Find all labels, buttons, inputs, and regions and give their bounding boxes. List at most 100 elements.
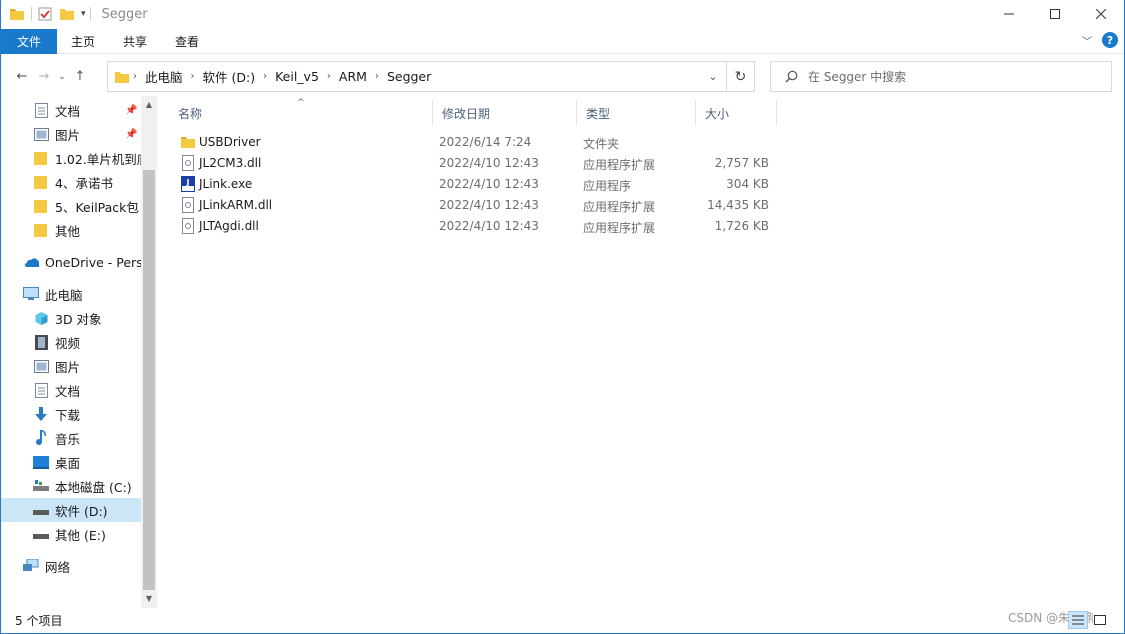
sidebar-item-3d-objects[interactable]: 3D 对象 <box>1 306 141 330</box>
sidebar-item-label: 文档 <box>55 383 81 399</box>
details-view-button[interactable] <box>1068 611 1088 629</box>
scroll-down-icon[interactable]: ▼ <box>141 590 157 606</box>
address-dropdown-button[interactable]: ⌄ <box>700 62 726 91</box>
sidebar-item-drive-d[interactable]: 软件 (D:) <box>1 498 141 522</box>
sidebar-item-folder-1[interactable]: 1.02.单片机到底 <box>1 146 141 170</box>
chevron-right-icon[interactable]: › <box>188 71 198 82</box>
sidebar-item-videos[interactable]: 视频 <box>1 330 141 354</box>
sidebar-item-label: 5、KeilPack包 <box>55 199 139 215</box>
close-icon <box>1096 9 1106 19</box>
breadcrumb-this-pc[interactable]: 此电脑 <box>140 67 188 86</box>
sidebar-item-network[interactable]: 网络 <box>1 554 141 578</box>
quick-access-toolbar: ▾ <box>1 6 96 22</box>
column-header-name[interactable]: 名称 <box>169 100 433 126</box>
scroll-up-icon[interactable]: ▲ <box>141 96 157 112</box>
tab-share[interactable]: 共享 <box>109 29 161 54</box>
file-list: ^ 名称 修改日期 类型 大小 USBDriver 2022/6/14 7:24… <box>169 96 1109 606</box>
address-bar[interactable]: › 此电脑 › 软件 (D:) › Keil_v5 › ARM › Segger… <box>107 61 755 92</box>
column-header-date[interactable]: 修改日期 <box>433 100 577 126</box>
back-arrow-icon: ← <box>16 69 28 84</box>
file-name: USBDriver <box>199 135 261 149</box>
sidebar-item-folder-3[interactable]: 5、KeilPack包 <box>1 194 141 218</box>
breadcrumb-keil[interactable]: Keil_v5 <box>270 69 324 84</box>
scrollbar-thumb[interactable] <box>143 170 155 590</box>
recent-locations-button[interactable]: ⌄ <box>55 66 69 88</box>
sidebar-item-drive-e[interactable]: 其他 (E:) <box>1 522 141 546</box>
new-folder-icon[interactable] <box>59 6 75 22</box>
file-row[interactable]: JL2CM3.dll 2022/4/10 12:43 应用程序扩展 2,757 … <box>169 153 779 174</box>
computer-icon <box>23 286 39 302</box>
tab-home[interactable]: 主页 <box>57 29 109 54</box>
sidebar-item-music[interactable]: 音乐 <box>1 426 141 450</box>
sidebar-scrollbar[interactable]: ▲ ▼ <box>141 96 157 608</box>
chevron-right-icon[interactable]: › <box>130 71 140 82</box>
maximize-icon <box>1050 9 1060 19</box>
window-controls <box>986 0 1124 28</box>
window-title: Segger <box>101 6 148 22</box>
folder-icon <box>33 222 49 238</box>
maximize-button[interactable] <box>1032 0 1078 28</box>
file-row[interactable]: JLTAgdi.dll 2022/4/10 12:43 应用程序扩展 1,726… <box>169 216 779 237</box>
sidebar-item-onedrive[interactable]: OneDrive - Perso <box>1 250 141 274</box>
sidebar-item-documents-pinned[interactable]: 文档 📌 <box>1 98 141 122</box>
sidebar-item-pictures[interactable]: 图片 <box>1 354 141 378</box>
file-row[interactable]: JLinkARM.dll 2022/4/10 12:43 应用程序扩展 14,4… <box>169 195 779 216</box>
separator <box>31 7 32 21</box>
sidebar-item-this-pc[interactable]: 此电脑 <box>1 282 141 306</box>
sidebar-item-documents[interactable]: 文档 <box>1 378 141 402</box>
desktop-icon <box>33 454 49 470</box>
folder-icon <box>115 71 129 83</box>
file-row[interactable]: J JLink.exe 2022/4/10 12:43 应用程序 304 KB <box>169 174 779 195</box>
file-row[interactable]: USBDriver 2022/6/14 7:24 文件夹 <box>169 132 779 153</box>
sidebar-item-folder-2[interactable]: 4、承诺书 <box>1 170 141 194</box>
sidebar-item-pictures-pinned[interactable]: 图片 📌 <box>1 122 141 146</box>
forward-arrow-icon: → <box>38 69 50 84</box>
sidebar-item-desktop[interactable]: 桌面 <box>1 450 141 474</box>
help-icon[interactable]: ? <box>1102 32 1118 48</box>
svg-text:J: J <box>186 178 190 187</box>
sidebar-item-label: 网络 <box>45 559 71 575</box>
column-header-size[interactable]: 大小 <box>696 100 777 126</box>
up-button[interactable]: ↑ <box>69 66 91 88</box>
minimize-icon <box>1004 13 1014 15</box>
sidebar-item-label: 其他 <box>55 223 81 239</box>
chevron-right-icon[interactable]: › <box>324 71 334 82</box>
breadcrumb-drive-d[interactable]: 软件 (D:) <box>198 67 261 86</box>
sidebar-item-folder-4[interactable]: 其他 <box>1 218 141 242</box>
sidebar-item-downloads[interactable]: 下载 <box>1 402 141 426</box>
explorer-window: ▾ Segger 文件 主页 共享 查看 ﹀ ? ← → ⌄ ↑ › 此电脑 ›… <box>0 0 1125 634</box>
cube-icon <box>33 310 49 326</box>
properties-icon[interactable] <box>37 6 53 22</box>
network-icon <box>23 558 39 574</box>
jlink-app-icon: J <box>181 176 195 192</box>
sidebar-item-label: 桌面 <box>55 455 81 471</box>
title-bar: ▾ Segger <box>1 0 1124 28</box>
pin-icon: 📌 <box>125 104 138 116</box>
forward-button[interactable]: → <box>33 66 55 88</box>
sidebar-item-drive-c[interactable]: 本地磁盘 (C:) <box>1 474 141 498</box>
chevron-right-icon[interactable]: › <box>372 71 382 82</box>
search-box[interactable] <box>770 61 1112 92</box>
back-button[interactable]: ← <box>11 66 33 88</box>
file-size: 2,757 KB <box>714 156 769 170</box>
expand-ribbon-icon[interactable]: ﹀ <box>1082 33 1092 48</box>
folder-icon <box>33 174 49 190</box>
navigation-pane: 文档 📌 图片 📌 1.02.单片机到底 4、承诺书 5、KeilPack包 其… <box>1 96 157 608</box>
chevron-right-icon[interactable]: › <box>260 71 270 82</box>
breadcrumb-segger[interactable]: Segger <box>382 69 436 84</box>
breadcrumb-arm[interactable]: ARM <box>334 69 372 84</box>
sidebar-item-label: 4、承诺书 <box>55 175 113 191</box>
refresh-button[interactable]: ↻ <box>726 62 754 91</box>
column-headers: ^ 名称 修改日期 类型 大小 <box>169 98 779 126</box>
close-button[interactable] <box>1078 0 1124 28</box>
search-input[interactable] <box>808 69 1088 84</box>
customize-quick-access-icon[interactable]: ▾ <box>81 9 86 19</box>
tab-view[interactable]: 查看 <box>161 29 213 54</box>
large-icons-view-button[interactable] <box>1090 611 1110 629</box>
dll-icon <box>182 197 194 213</box>
column-header-type[interactable]: 类型 <box>577 100 696 126</box>
minimize-button[interactable] <box>986 0 1032 28</box>
ribbon-tabs: 文件 主页 共享 查看 ﹀ ? <box>1 28 1124 54</box>
tab-file[interactable]: 文件 <box>1 28 58 54</box>
search-icon <box>785 70 798 83</box>
